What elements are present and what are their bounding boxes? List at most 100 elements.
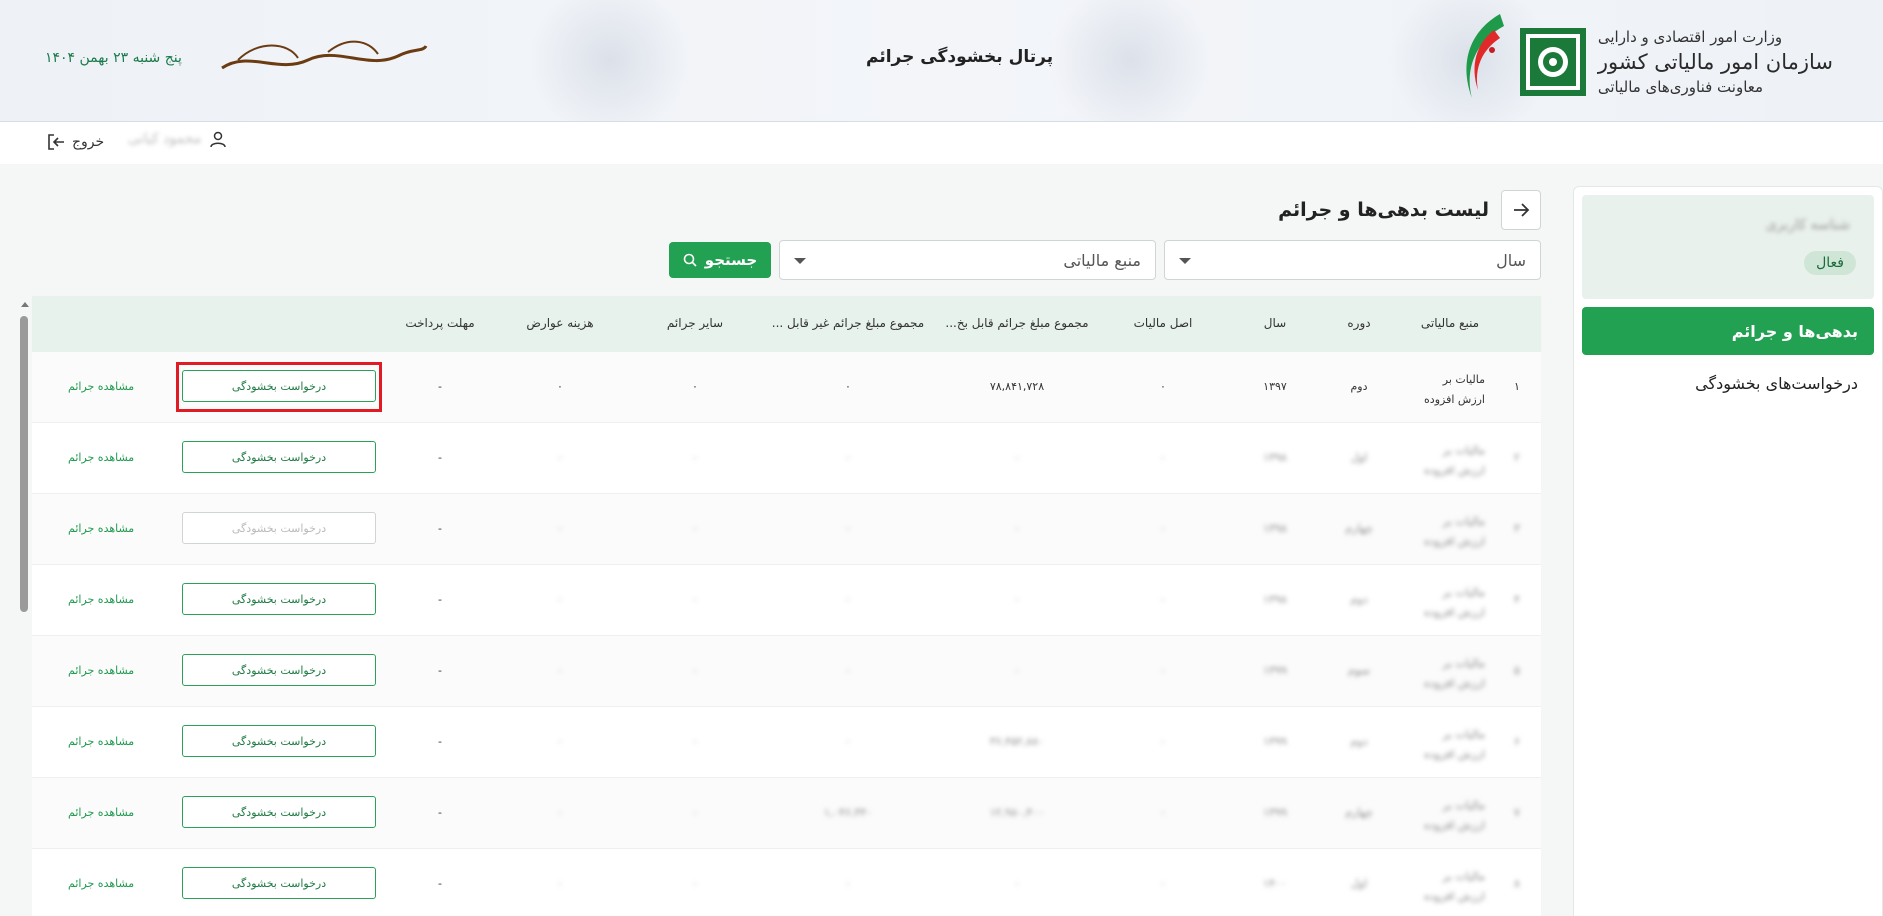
col-header-deadline: مهلت پرداخت xyxy=(405,316,475,330)
view-penalties-link[interactable]: مشاهده جرائم xyxy=(68,593,134,606)
request-forgiveness-button[interactable]: درخواست بخشودگی xyxy=(182,583,376,615)
cell-principal: ۰ xyxy=(1160,664,1166,677)
search-button-label: جستجو xyxy=(704,251,758,269)
cell-deadline: - xyxy=(438,380,442,393)
cell-nonforgivable: ۰ xyxy=(845,593,851,606)
cell-fees: ۰ xyxy=(557,522,563,535)
sidebar-item-debts-penalties[interactable]: بدهی‌ها و جرائم xyxy=(1582,307,1874,355)
cell-principal: ۰ xyxy=(1160,522,1166,535)
cell-principal: ۰ xyxy=(1160,806,1166,819)
col-header-nonforgivable: مجموع مبلغ جرائم غیر قابل ... xyxy=(771,316,925,330)
cell-period: دوم xyxy=(1350,380,1368,393)
year-select[interactable]: سال xyxy=(1164,240,1541,280)
cell-source: مالیات بر ارزش افزوده xyxy=(1424,586,1485,619)
cell-principal: ۰ xyxy=(1160,877,1166,890)
cell-fees: ۰ xyxy=(557,380,563,393)
row-number: ۲ xyxy=(1514,451,1520,464)
main-content: شناسه کاربری فعال بدهی‌ها و جرائم درخواس… xyxy=(0,164,1883,916)
cell-period: دوم xyxy=(1350,735,1368,748)
sidebar-user-name: شناسه کاربری xyxy=(1765,217,1850,233)
back-button[interactable] xyxy=(1501,190,1541,230)
table-row: ۳ مالیات بر ارزش افزوده چهارم ۱۳۹۸ ۰ ۰ ۰ ۰ ۰ - درخ… xyxy=(32,494,1541,565)
cell-period: چهارم xyxy=(1345,806,1373,819)
scroll-up-arrow-icon[interactable] xyxy=(21,302,29,307)
request-forgiveness-button[interactable]: درخواست بخشودگی xyxy=(182,370,376,402)
slogan-calligraphy-icon xyxy=(221,40,428,70)
cell-nonforgivable: ۰ xyxy=(845,735,851,748)
flag-swoosh-icon xyxy=(1466,14,1504,98)
view-penalties-link[interactable]: مشاهده جرائم xyxy=(68,380,134,393)
cell-other: ۰ xyxy=(692,593,698,606)
request-forgiveness-button[interactable]: درخواست بخشودگی xyxy=(182,654,376,686)
cell-other: ۰ xyxy=(692,522,698,535)
col-header-period: دوره xyxy=(1347,316,1371,330)
cell-source: مالیات بر ارزش افزوده xyxy=(1424,444,1485,477)
cell-other: ۰ xyxy=(692,451,698,464)
view-penalties-link[interactable]: مشاهده جرائم xyxy=(68,451,134,464)
cell-nonforgivable: ۰ xyxy=(845,664,851,677)
deputy-name: معاونت فناوری‌های مالیاتی xyxy=(1597,78,1764,96)
cell-forgivable: ۰ xyxy=(1014,664,1020,677)
tax-source-select[interactable]: منبع مالیاتی xyxy=(779,240,1156,280)
portal-title: پرتال بخشودگی جرائم xyxy=(866,47,1054,67)
cell-forgivable: ۳۶,۴۵۲,۸۸۰ xyxy=(989,735,1045,748)
view-penalties-link[interactable]: مشاهده جرائم xyxy=(68,664,134,677)
cell-deadline: - xyxy=(438,522,442,535)
cell-period: چهارم xyxy=(1345,522,1373,535)
cell-year: ۱۳۹۸ xyxy=(1263,451,1287,464)
cell-source: مالیات بر ارزش افزوده xyxy=(1424,515,1485,548)
cell-source: مالیات بر ارزش افزوده xyxy=(1424,870,1485,903)
cell-deadline: - xyxy=(438,664,442,677)
cell-fees: ۰ xyxy=(557,593,563,606)
cell-fees: ۰ xyxy=(557,735,563,748)
cell-nonforgivable: ۰ xyxy=(845,877,851,890)
page-title: لیست بدهی‌ها و جرائم xyxy=(1278,199,1489,221)
status-badge: فعال xyxy=(1804,251,1856,275)
row-number: ۴ xyxy=(1514,593,1520,606)
cell-period: اول xyxy=(1350,451,1368,464)
cell-nonforgivable: ۰ xyxy=(845,451,851,464)
user-info[interactable]: محمود کیانی xyxy=(128,130,227,148)
cell-principal: ۰ xyxy=(1160,451,1166,464)
sidebar-item-forgiveness-requests[interactable]: درخواست‌های بخشودگی xyxy=(1582,363,1874,403)
col-header-forgivable: مجموع مبلغ جرائم قابل بخ... xyxy=(945,316,1089,330)
cell-period: اول xyxy=(1350,877,1368,890)
cell-deadline: - xyxy=(438,806,442,819)
user-name: محمود کیانی xyxy=(128,131,202,147)
arrow-right-icon xyxy=(1514,203,1530,217)
cell-fees: ۰ xyxy=(557,664,563,677)
request-forgiveness-button[interactable]: درخواست بخشودگی xyxy=(182,725,376,757)
current-date: پنج شنبه ۲۳ بهمن ۱۴۰۴ xyxy=(45,50,182,66)
cell-fees: ۰ xyxy=(557,806,563,819)
request-forgiveness-button[interactable]: درخواست بخشودگی xyxy=(182,512,376,544)
cell-forgivable: ۷۸,۸۴۱,۷۲۸ xyxy=(989,380,1045,393)
app-header: وزارت امور اقتصادی و دارایی سازمان امور … xyxy=(0,0,1883,122)
logout-label: خروج xyxy=(72,134,105,150)
table-row: ۲ مالیات بر ارزش افزوده اول ۱۳۹۸ ۰ ۰ ۰ ۰ ۰ - درخوا… xyxy=(32,423,1541,494)
table-scrollbar[interactable] xyxy=(20,316,28,612)
col-header-fees: هزینه عوارض xyxy=(526,316,594,330)
user-icon xyxy=(210,131,227,148)
cell-deadline: - xyxy=(438,451,442,464)
request-forgiveness-button[interactable]: درخواست بخشودگی xyxy=(182,867,376,899)
row-number: ۳ xyxy=(1514,522,1520,535)
user-bar: محمود کیانی خروج xyxy=(0,122,1883,164)
cell-year: ۱۳۹۹ xyxy=(1263,735,1287,748)
view-penalties-link[interactable]: مشاهده جرائم xyxy=(68,522,134,535)
view-penalties-link[interactable]: مشاهده جرائم xyxy=(68,806,134,819)
logout-icon xyxy=(48,134,64,150)
request-forgiveness-button[interactable]: درخواست بخشودگی xyxy=(182,441,376,473)
cell-forgivable: ۰ xyxy=(1014,877,1020,890)
request-forgiveness-button[interactable]: درخواست بخشودگی xyxy=(182,796,376,828)
cell-other: ۰ xyxy=(692,380,698,393)
table-row: ۶ مالیات بر ارزش افزوده دوم ۱۳۹۹ ۰ ۳۶,۴۵۲,۸۸۰… xyxy=(32,707,1541,778)
view-penalties-link[interactable]: مشاهده جرائم xyxy=(68,735,134,748)
table-row: ۱ مالیات بر ارزش افزوده دوم ۱۳۹۷ ۰ ۷۸,۸۴۱,۷۲۸… xyxy=(32,352,1541,423)
view-penalties-link[interactable]: مشاهده جرائم xyxy=(68,877,134,890)
cell-period: دوم xyxy=(1350,593,1368,606)
cell-forgivable: ۰ xyxy=(1014,593,1020,606)
cell-principal: ۰ xyxy=(1160,735,1166,748)
search-button[interactable]: جستجو xyxy=(669,242,771,278)
cell-other: ۰ xyxy=(692,877,698,890)
logout-button[interactable]: خروج xyxy=(46,132,104,152)
